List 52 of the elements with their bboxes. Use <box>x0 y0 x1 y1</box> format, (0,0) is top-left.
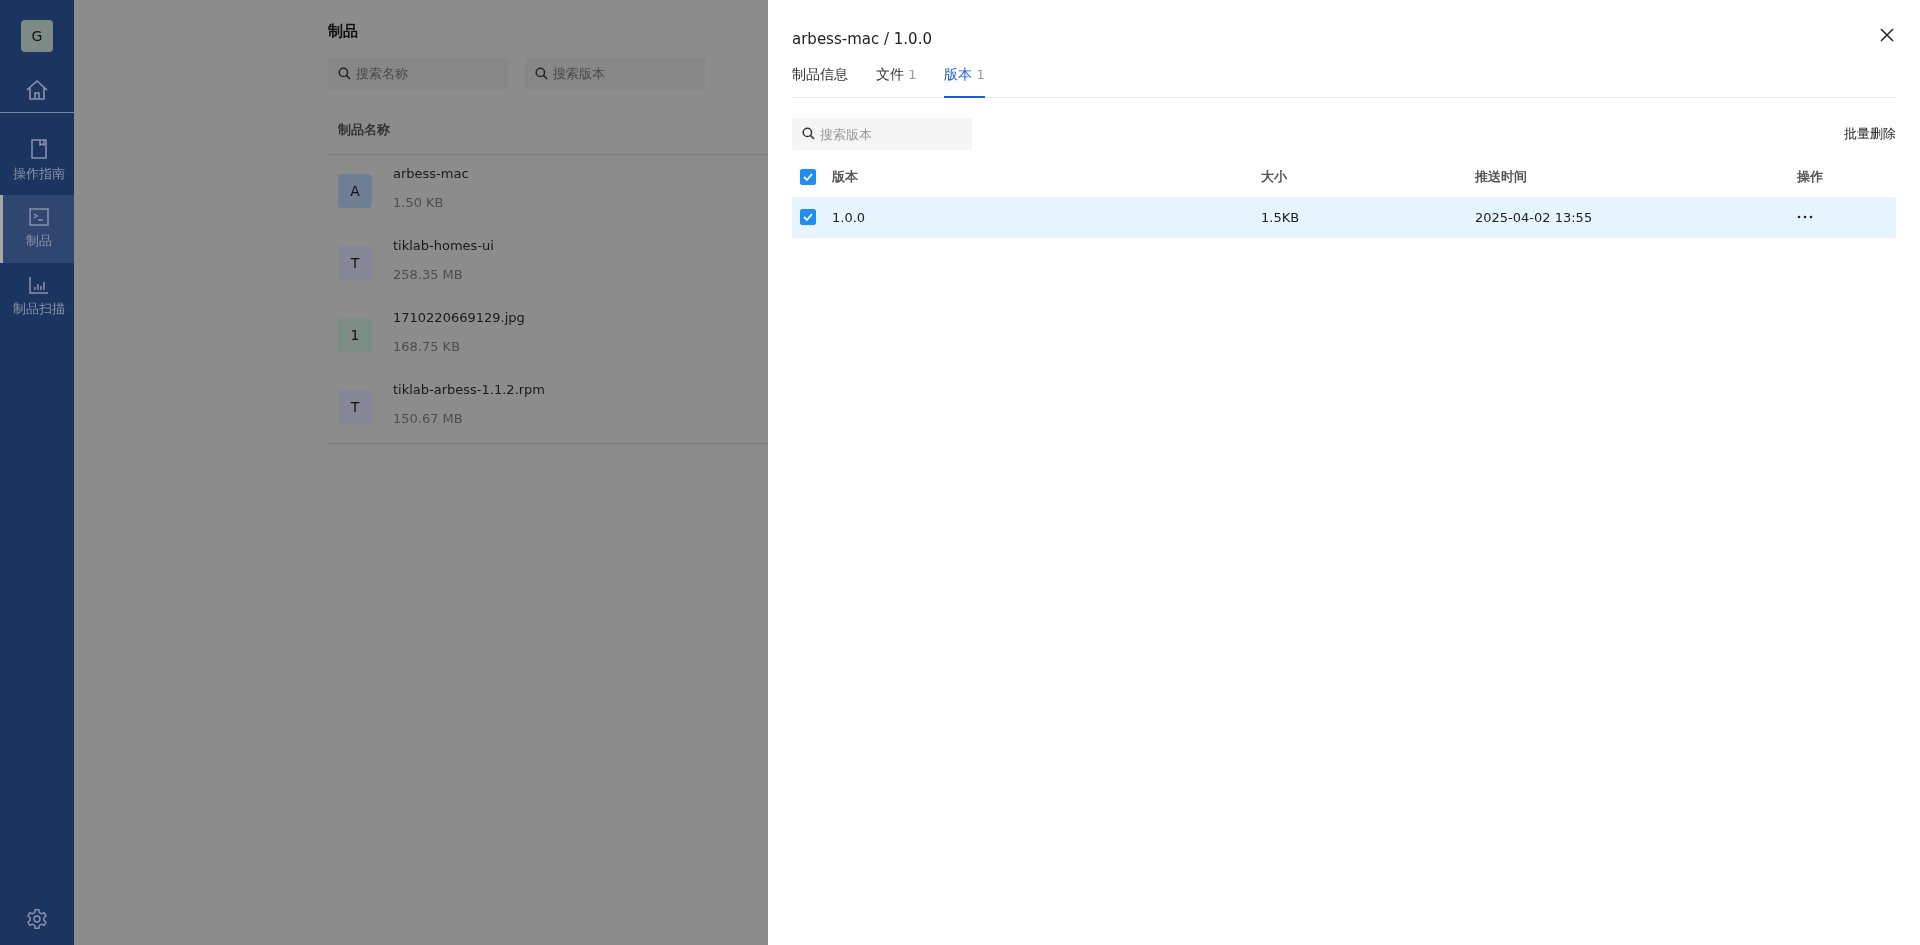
artifact-size: 258.35 MB <box>393 267 464 282</box>
table-cell-text: 1.0.0 <box>832 209 867 225</box>
table-cell-text: 1.5KB <box>1261 209 1301 225</box>
settings-icon[interactable] <box>26 908 48 930</box>
close-button[interactable] <box>1878 26 1896 44</box>
column-header: 制品名称 <box>328 121 768 155</box>
artifact-row[interactable]: A arbess-mac 1.50 KB <box>328 155 768 227</box>
search-field[interactable]: 搜索名称 <box>328 58 508 89</box>
row-checkbox[interactable] <box>800 209 816 225</box>
artifact-avatar: T <box>338 246 372 280</box>
artifact-name: tiklab-homes-ui <box>393 238 494 253</box>
column-header: 版本 <box>832 168 859 186</box>
user-avatar[interactable]: G <box>21 20 53 52</box>
artifact-name: arbess-mac <box>393 166 469 181</box>
checkmark-icon <box>803 213 813 221</box>
artifact-avatar: T <box>338 390 372 424</box>
artifact-size: 1.50 KB <box>393 195 445 210</box>
more-icon[interactable] <box>1797 215 1813 219</box>
artifact-avatar: A <box>338 174 372 208</box>
checkmark-icon <box>803 173 813 181</box>
search-field[interactable]: 搜索版本 <box>525 58 705 89</box>
tab[interactable]: 制品信息 <box>792 62 848 98</box>
column-header: 大小 <box>1261 168 1288 186</box>
select-all-checkbox[interactable] <box>800 169 816 185</box>
drawer-title: arbess-mac / 1.0.0 <box>792 30 932 48</box>
bar-chart-icon <box>28 276 49 294</box>
search-icon <box>802 127 815 140</box>
book-icon <box>29 139 48 159</box>
artifact-row[interactable]: T tiklab-homes-ui 258.35 MB <box>328 227 768 299</box>
search-icon <box>338 67 351 80</box>
tab[interactable]: 版本 1 <box>944 62 985 98</box>
artifact-name: tiklab-arbess-1.1.2.rpm <box>393 382 546 397</box>
table-cell-text: 2025-04-02 13:55 <box>1475 209 1594 225</box>
home-icon[interactable] <box>25 78 49 102</box>
tab[interactable]: 文件 1 <box>876 62 917 98</box>
artifact-name: 1710220669129.jpg <box>393 310 525 325</box>
artifact-row[interactable]: T tiklab-arbess-1.1.2.rpm 150.67 MB <box>328 371 768 443</box>
table-row[interactable]: 1.0.0 1.5KB 2025-04-02 13:55 <box>792 197 1896 238</box>
terminal-icon <box>28 208 49 226</box>
search-icon <box>535 67 548 80</box>
batch-delete-button[interactable]: 批量删除 <box>1844 124 1896 143</box>
nav-item[interactable]: 制品扫描 <box>0 263 74 331</box>
artifact-size: 168.75 KB <box>393 339 462 354</box>
artifact-row[interactable]: 1 1710220669129.jpg 168.75 KB <box>328 299 768 371</box>
page-title: 制品 <box>328 22 359 41</box>
column-header: 操作 <box>1797 168 1823 186</box>
artifact-size: 150.67 MB <box>393 411 464 426</box>
artifact-avatar: 1 <box>338 318 372 352</box>
search-field[interactable]: 搜索版本 <box>792 118 972 150</box>
nav-item[interactable]: 制品 <box>0 195 74 263</box>
nav-item[interactable]: 操作指南 <box>0 127 74 195</box>
column-header: 推送时间 <box>1475 168 1528 186</box>
